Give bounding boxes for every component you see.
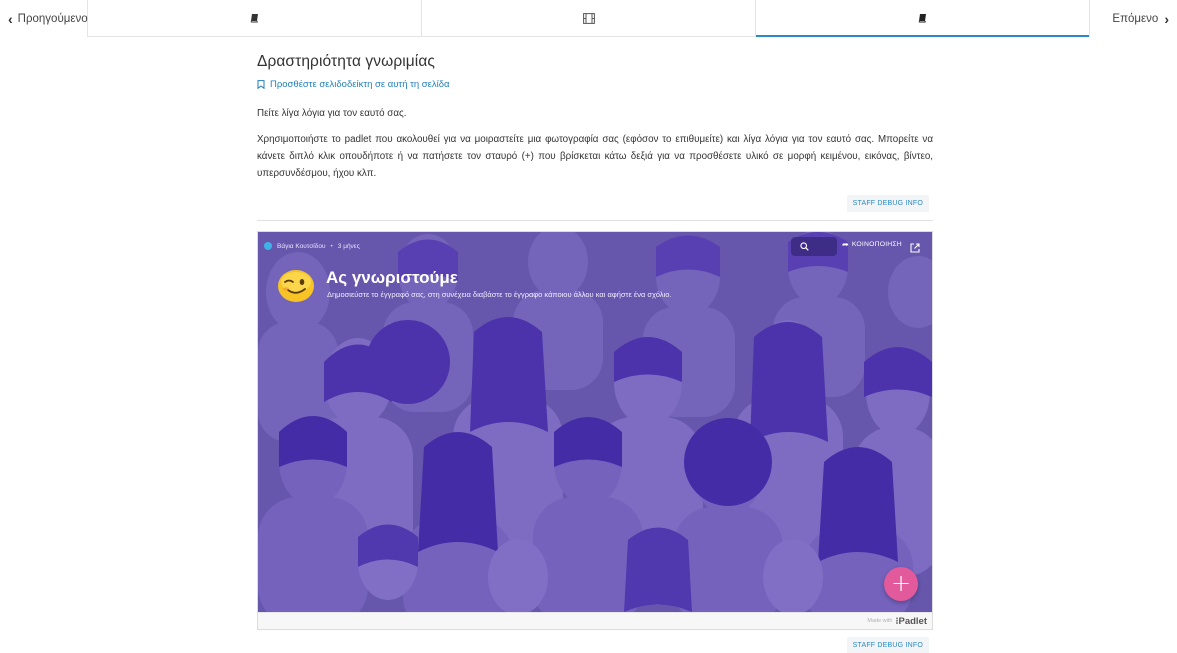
crowd-illustration	[258, 232, 932, 612]
previous-label: Προηγούμενο	[17, 12, 88, 25]
tab-unit-3[interactable]	[756, 0, 1089, 37]
padlet-brand-link[interactable]: ⁝Padlet	[895, 616, 927, 627]
film-icon	[582, 12, 595, 24]
bookmark-icon	[257, 80, 265, 89]
padlet-wallpaper: Βάγια Κουτσίδου • 3 μήνες ➦ ΚΟΙΝΟΠΟΙΗΣΗ	[258, 232, 932, 612]
padlet-footer: Made with ⁝Padlet	[258, 612, 932, 629]
previous-button[interactable]: ‹ Προηγούμενο	[0, 0, 88, 37]
made-with-label: Made with	[867, 618, 893, 624]
bookmark-label: Προσθέστε σελιδοδείκτη σε αυτή τη σελίδα	[270, 79, 450, 90]
staff-debug-button-bottom[interactable]: STAFF DEBUG INFO	[846, 637, 929, 653]
lesson-navigation: ‹ Προηγούμενο Επόμενο ›	[0, 0, 1177, 37]
padlet-time: 3 μήνες	[337, 242, 360, 250]
open-external-icon[interactable]	[910, 240, 920, 258]
next-button[interactable]: Επόμενο ›	[1089, 0, 1177, 37]
book-icon	[918, 14, 926, 23]
separator-dot: •	[330, 242, 333, 250]
unit-tabs	[88, 0, 1089, 37]
padlet-subtitle: Δημοσιεύστε το έγγραφό σας, στη συνέχεια…	[327, 290, 672, 299]
tab-unit-1[interactable]	[88, 0, 422, 36]
intro-text: Πείτε λίγα λόγια για τον εαυτό σας.	[257, 108, 407, 119]
avatar	[264, 242, 272, 250]
padlet-brand-label: Padlet	[898, 615, 927, 627]
chevron-right-icon: ›	[1164, 10, 1169, 27]
padlet-title: Ας γνωριστούμε	[326, 268, 458, 287]
share-label: ΚΟΙΝΟΠΟΙΗΣΗ	[851, 241, 902, 248]
padlet-author: Βάγια Κουτσίδου	[277, 242, 326, 250]
divider	[257, 220, 933, 221]
add-post-button[interactable]: +	[884, 567, 918, 601]
bookmark-button[interactable]: Προσθέστε σελιδοδείκτη σε αυτή τη σελίδα	[257, 79, 933, 90]
unit-content: Δραστηριότητα γνωριμίας Προσθέστε σελιδο…	[257, 37, 933, 653]
tab-unit-2[interactable]	[422, 0, 756, 36]
padlet-author-info: Βάγια Κουτσίδου • 3 μήνες	[264, 242, 360, 250]
next-label: Επόμενο	[1112, 12, 1159, 25]
staff-debug-button[interactable]: STAFF DEBUG INFO	[846, 195, 929, 212]
chevron-left-icon: ‹	[8, 10, 13, 27]
padlet-share-button[interactable]: ➦ ΚΟΙΝΟΠΟΙΗΣΗ	[842, 240, 902, 249]
page-title: Δραστηριότητα γνωριμίας	[257, 53, 435, 70]
padlet-search-button[interactable]	[791, 237, 837, 256]
share-arrow-icon: ➦	[842, 240, 849, 249]
padlet-embed[interactable]: Βάγια Κουτσίδου • 3 μήνες ➦ ΚΟΙΝΟΠΟΙΗΣΗ	[257, 231, 933, 630]
book-icon	[250, 14, 258, 23]
winking-face-emoji	[278, 270, 314, 302]
description-text: Χρησιμοποιήστε το padlet που ακολουθεί γ…	[257, 134, 933, 179]
search-icon	[800, 242, 809, 251]
